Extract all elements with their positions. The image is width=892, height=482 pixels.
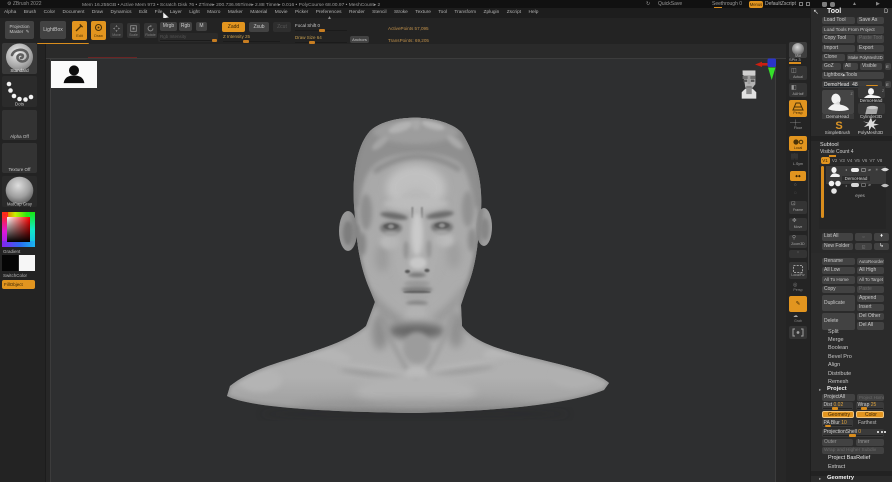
svg-text:Z: Z xyxy=(882,89,885,93)
svg-text:S: S xyxy=(835,120,842,130)
svg-text:Standard: Standard xyxy=(10,68,29,73)
svg-text:MatCap Gray: MatCap Gray xyxy=(7,202,33,207)
svg-text:Dots: Dots xyxy=(15,102,25,107)
svg-text:Z: Z xyxy=(850,92,853,96)
